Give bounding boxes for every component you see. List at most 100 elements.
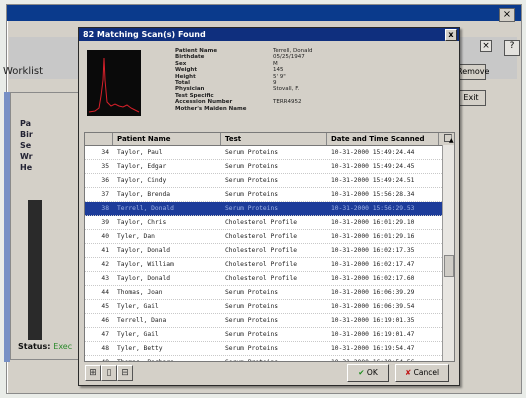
table-body: 34 Taylor, Paul Serum Proteins 10-31-2000 1…	[85, 146, 454, 361]
background-status: Status: Exec	[18, 342, 73, 351]
table-row[interactable]: 45 Tyler, Gail Serum Proteins 10-31-2000 16…	[85, 300, 454, 314]
row-index: 42	[101, 261, 109, 268]
row-test: Serum Proteins	[225, 177, 279, 184]
worklist-tab[interactable]: Worklist	[3, 66, 43, 77]
row-patient-name: Tyler, Gail	[117, 303, 159, 310]
exit-button[interactable]: Exit	[456, 90, 486, 106]
table-row[interactable]: 38 Terrell, Donald Serum Proteins 10-31-200…	[85, 202, 454, 216]
table-row[interactable]: 46 Terrell, Dana Serum Proteins 10-31-2000 …	[85, 314, 454, 328]
row-date-time: 10-31-2000 16:01:29.16	[331, 233, 415, 240]
row-test: Serum Proteins	[225, 345, 279, 352]
cancel-x-icon: ✘	[404, 368, 412, 377]
row-test: Serum Proteins	[225, 289, 279, 296]
sort-arrow-icon[interactable]: ▲	[444, 134, 454, 144]
cancel-button[interactable]: ✘ Cancel	[395, 364, 449, 382]
table-row[interactable]: 49Thomas, BarbaraSerum Proteins10-31-200…	[85, 356, 454, 361]
patient-info: Patient Name Terrell, Donald Birthdate 05/…	[175, 48, 313, 112]
row-index: 41	[101, 247, 109, 254]
row-test: Cholesterol Profile	[225, 233, 298, 240]
row-index: 49	[85, 356, 113, 361]
row-test: Serum Proteins	[225, 317, 279, 324]
tool-button-2[interactable]: ▯	[101, 365, 117, 381]
row-patient-name: Taylor, Paul	[117, 149, 163, 156]
remove-button[interactable]: Remove	[456, 64, 489, 80]
help-icon[interactable]: ?	[504, 40, 520, 56]
column-header-test[interactable]: Test	[221, 133, 327, 145]
background-patient-labels: Pa Bir Se Wr He	[20, 119, 33, 172]
column-header-date-time[interactable]: Date and Time Scanned	[327, 133, 439, 145]
tool-button-3[interactable]: ⊟	[117, 365, 133, 381]
row-patient-name: Taylor, Cindy	[117, 177, 167, 184]
row-test: Serum Proteins	[225, 163, 279, 170]
row-date-time: 10-31-2000 16:19:54.56	[327, 356, 439, 361]
row-date-time: 10-31-2000 16:19:01.35	[331, 317, 415, 324]
row-patient-name: Thomas, Joan	[117, 289, 163, 296]
background-close-button[interactable]: ×	[499, 8, 515, 22]
row-index: 37	[101, 191, 109, 198]
dialog-title: 82 Matching Scan(s) Found	[83, 30, 206, 39]
tool-button-1[interactable]: ⊞	[85, 365, 101, 381]
table-row[interactable]: 42 Taylor, William Cholesterol Profile 10-3…	[85, 258, 454, 272]
row-index: 46	[101, 317, 109, 324]
row-patient-name: Taylor, Edgar	[117, 163, 167, 170]
column-header-patient-name[interactable]: Patient Name	[113, 133, 221, 145]
row-test: Cholesterol Profile	[225, 275, 298, 282]
row-test: Cholesterol Profile	[225, 247, 298, 254]
row-patient-name: Taylor, Donald	[117, 275, 171, 282]
table-row[interactable]: 43 Taylor, Donald Cholesterol Profile 10-31…	[85, 272, 454, 286]
background-x-icon[interactable]: ×	[480, 40, 492, 52]
row-index: 44	[101, 289, 109, 296]
table-row[interactable]: 44 Thomas, Joan Serum Proteins 10-31-2000 1…	[85, 286, 454, 300]
matching-scans-dialog: 82 Matching Scan(s) Found x Patient Name…	[78, 27, 460, 386]
row-date-time: 10-31-2000 16:06:39.54	[331, 303, 415, 310]
row-date-time: 10-31-2000 16:19:54.47	[331, 345, 415, 352]
row-test: Serum Proteins	[225, 303, 279, 310]
table-header: Patient Name Test Date and Time Scanned …	[85, 133, 454, 146]
row-index: 36	[101, 177, 109, 184]
table-row[interactable]: 48 Tyler, Betty Serum Proteins 10-31-2000 1…	[85, 342, 454, 356]
row-index: 34	[101, 149, 109, 156]
table-row[interactable]: 36 Taylor, Cindy Serum Proteins 10-31-2000 …	[85, 174, 454, 188]
background-title-bar	[7, 5, 521, 21]
row-date-time: 10-31-2000 16:02:17.35	[331, 247, 415, 254]
row-date-time: 10-31-2000 15:49:24.51	[331, 177, 415, 184]
dialog-close-button[interactable]: x	[445, 29, 457, 41]
row-test: Serum Proteins	[225, 205, 279, 212]
table-row[interactable]: 35 Taylor, Edgar Serum Proteins 10-31-2000 …	[85, 160, 454, 174]
table-scrollbar[interactable]	[442, 145, 454, 361]
row-date-time: 10-31-2000 15:49:24.45	[331, 163, 415, 170]
column-header-index[interactable]	[85, 133, 113, 145]
row-date-time: 10-31-2000 16:02:17.47	[331, 261, 415, 268]
row-patient-name: Tyler, Dan	[117, 233, 155, 240]
row-date-time: 10-31-2000 15:56:28.34	[331, 191, 415, 198]
row-patient-name: Taylor, Chris	[117, 219, 167, 226]
table-row[interactable]: 40 Tyler, Dan Cholesterol Profile 10-31-200…	[85, 230, 454, 244]
table-row[interactable]: 37 Taylor, Brenda Serum Proteins 10-31-2000…	[85, 188, 454, 202]
row-date-time: 10-31-2000 15:49:24.44	[331, 149, 415, 156]
table-row[interactable]: 39 Taylor, Chris Cholesterol Profile 10-31-…	[85, 216, 454, 230]
row-test: Serum Proteins	[225, 191, 279, 198]
row-patient-name: Taylor, William	[117, 261, 174, 268]
electrophoresis-curve-icon	[88, 57, 140, 113]
row-patient-name: Taylor, Brenda	[117, 191, 171, 198]
table-row[interactable]: 41 Taylor, Donald Cholesterol Profile 10-31…	[85, 244, 454, 258]
dialog-button-bar: ⊞ ▯ ⊟ ✔ OK ✘ Cancel	[85, 364, 451, 382]
background-graph-strip	[28, 200, 42, 340]
row-index: 48	[101, 345, 109, 352]
row-index: 40	[101, 233, 109, 240]
scrollbar-thumb[interactable]	[444, 255, 454, 277]
row-date-time: 10-31-2000 16:19:01.47	[331, 331, 415, 338]
row-date-time: 10-31-2000 15:56:29.53	[331, 205, 415, 212]
dialog-title-bar: 82 Matching Scan(s) Found x	[79, 28, 459, 41]
ok-button[interactable]: ✔ OK	[347, 364, 389, 382]
row-index: 39	[101, 219, 109, 226]
scans-table: Patient Name Test Date and Time Scanned …	[84, 132, 455, 362]
row-date-time: 10-31-2000 16:06:39.29	[331, 289, 415, 296]
row-patient-name: Tyler, Gail	[117, 331, 159, 338]
table-row[interactable]: 47 Tyler, Gail Serum Proteins 10-31-2000 16…	[85, 328, 454, 342]
row-test: Cholesterol Profile	[225, 261, 298, 268]
scan-preview-graph	[87, 50, 141, 116]
row-index: 38	[101, 205, 109, 212]
row-patient-name: Tyler, Betty	[117, 345, 163, 352]
table-row[interactable]: 34 Taylor, Paul Serum Proteins 10-31-2000 1…	[85, 146, 454, 160]
